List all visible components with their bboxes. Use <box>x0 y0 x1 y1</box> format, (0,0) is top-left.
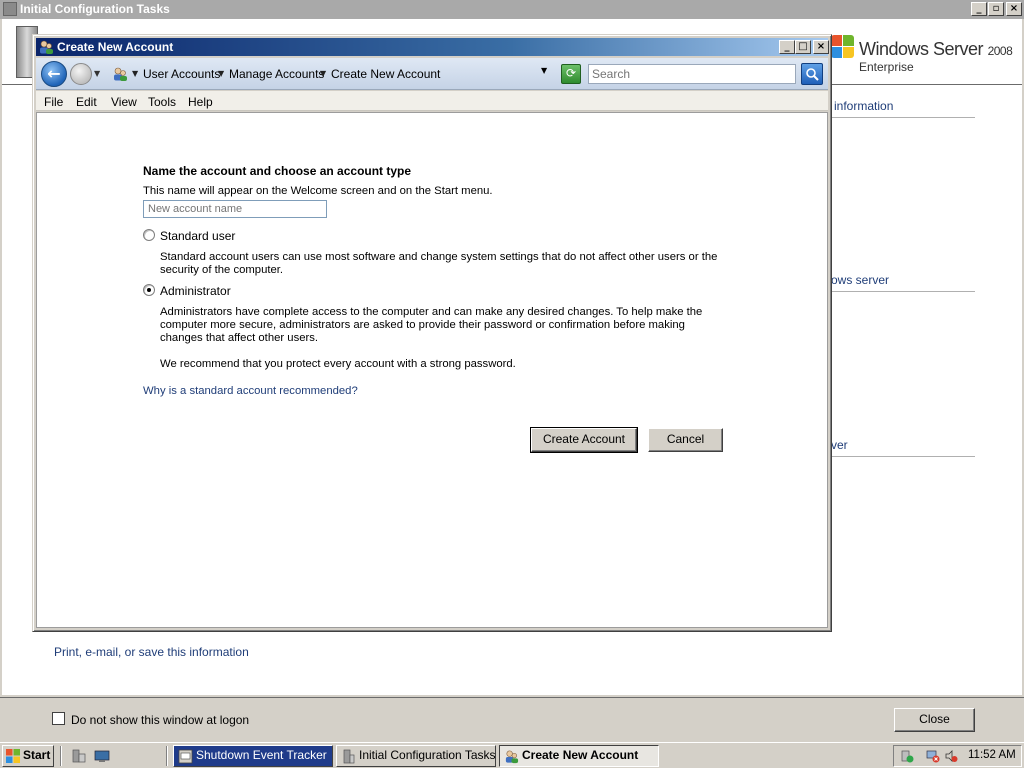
logo-version: 2008 <box>987 44 1013 58</box>
task-create-new-account[interactable]: Create New Account <box>499 745 659 767</box>
chevron-right-icon[interactable]: ▼ <box>320 69 326 78</box>
windows-flag-icon <box>831 35 855 59</box>
network-disconnected-icon[interactable] <box>926 749 940 763</box>
dialog-minimize-button[interactable]: _ <box>779 40 795 54</box>
do-not-show-checkbox[interactable] <box>52 712 65 725</box>
bg-close-action-button[interactable]: Close <box>894 708 975 732</box>
chevron-right-icon[interactable]: ▼ <box>132 69 138 78</box>
bg-restore-button[interactable]: ▫ <box>988 2 1004 16</box>
action-center-icon[interactable] <box>900 749 914 763</box>
do-not-show-label: Do not show this window at logon <box>71 713 250 727</box>
task-label: Initial Configuration Tasks <box>359 748 496 762</box>
dialog-maximize-button[interactable]: □ <box>795 40 811 54</box>
divider <box>832 456 975 457</box>
start-button[interactable]: Start <box>2 745 54 767</box>
forward-arrow-icon[interactable] <box>70 63 92 85</box>
config-tasks-icon <box>343 749 355 764</box>
bg-minimize-button[interactable]: _ <box>971 2 987 16</box>
dialog-title: Create New Account <box>57 40 174 54</box>
bg-close-button[interactable]: × <box>1006 2 1022 16</box>
history-dropdown-icon[interactable]: ▼ <box>94 69 100 78</box>
taskbar: Start Shutdown Event Tracker Initial Con… <box>0 742 1024 768</box>
divider <box>832 291 975 292</box>
search-input[interactable] <box>588 64 796 84</box>
administrator-label[interactable]: Administrator <box>160 285 231 298</box>
bg-link-server[interactable]: ver <box>831 438 848 452</box>
logo-brand: Windows Server <box>859 39 984 59</box>
logo-edition: Enterprise <box>859 60 914 74</box>
task-label: Create New Account <box>522 748 639 762</box>
divider <box>166 746 168 766</box>
menu-file[interactable]: File <box>44 95 63 109</box>
dialog-title-bar[interactable]: Create New Account _ □ × <box>36 38 829 56</box>
menu-tools[interactable]: Tools <box>148 95 176 109</box>
menu-view[interactable]: View <box>111 95 137 109</box>
bg-window-title: Initial Configuration Tasks <box>20 2 170 16</box>
menu-bar: File Edit View Tools Help <box>36 91 828 111</box>
system-tray: 11:52 AM <box>893 745 1022 767</box>
volume-muted-icon[interactable] <box>944 749 958 763</box>
control-panel-icon <box>114 67 127 81</box>
password-recommendation: We recommend that you protect every acco… <box>160 358 516 370</box>
windows-server-logo: Windows Server 2008 Enterprise <box>831 33 1021 81</box>
breadcrumb-user-accounts[interactable]: User Accounts <box>143 67 220 81</box>
page-title: Name the account and choose an account t… <box>143 164 412 178</box>
task-label: Shutdown Event Tracker <box>196 748 327 762</box>
server-manager-icon[interactable] <box>71 748 87 764</box>
user-accounts-icon <box>40 40 53 54</box>
bg-footer: Do not show this window at logon Close <box>0 697 1024 742</box>
divider <box>832 117 975 118</box>
create-account-button[interactable]: Create Account <box>530 427 638 453</box>
bg-title-bar[interactable]: Initial Configuration Tasks _ ▫ × <box>0 0 1024 19</box>
refresh-icon[interactable]: ⟳ <box>561 64 581 84</box>
divider <box>60 746 62 766</box>
task-shutdown-event-tracker[interactable]: Shutdown Event Tracker <box>173 745 333 767</box>
back-arrow-icon[interactable]: ← <box>41 61 67 87</box>
dialog-close-button[interactable]: × <box>813 40 829 54</box>
administrator-radio[interactable] <box>143 284 155 296</box>
start-label: Start <box>23 748 51 762</box>
name-help-text: This name will appear on the Welcome scr… <box>143 185 493 197</box>
chevron-right-icon[interactable]: ▼ <box>218 69 224 78</box>
windows-logo-icon <box>6 749 20 763</box>
menu-help[interactable]: Help <box>188 95 213 109</box>
dialog-content: Name the account and choose an account t… <box>36 112 828 628</box>
menu-edit[interactable]: Edit <box>76 95 97 109</box>
address-dropdown-icon[interactable]: ▼ <box>541 66 547 75</box>
why-standard-account-link[interactable]: Why is a standard account recommended? <box>143 385 358 398</box>
bg-link-information[interactable]: information <box>834 99 893 113</box>
administrator-description: Administrators have complete access to t… <box>160 306 703 344</box>
standard-user-label[interactable]: Standard user <box>160 230 235 243</box>
print-email-save-link[interactable]: Print, e-mail, or save this information <box>54 645 249 659</box>
task-initial-configuration[interactable]: Initial Configuration Tasks <box>336 745 496 767</box>
breadcrumb[interactable]: ▼ User Accounts ▼ Manage Accounts ▼ Crea… <box>106 62 557 86</box>
user-accounts-icon <box>505 750 519 764</box>
create-account-dialog: Create New Account _ □ × ← ▼ ▼ User Acco… <box>32 34 832 632</box>
account-name-input[interactable] <box>143 200 327 218</box>
cancel-button[interactable]: Cancel <box>648 428 723 452</box>
event-tracker-icon <box>178 749 193 764</box>
standard-user-radio[interactable] <box>143 229 155 241</box>
search-icon[interactable] <box>801 63 823 85</box>
breadcrumb-create-new-account[interactable]: Create New Account <box>331 67 440 81</box>
config-tasks-icon <box>3 2 17 16</box>
address-bar: ← ▼ ▼ User Accounts ▼ Manage Accounts ▼ … <box>36 58 828 90</box>
clock[interactable]: 11:52 AM <box>968 749 1016 761</box>
breadcrumb-manage-accounts[interactable]: Manage Accounts <box>229 67 324 81</box>
show-desktop-icon[interactable] <box>94 748 110 764</box>
bg-link-windows-server[interactable]: ows server <box>831 273 889 287</box>
standard-user-description: Standard account users can use most soft… <box>160 251 718 276</box>
